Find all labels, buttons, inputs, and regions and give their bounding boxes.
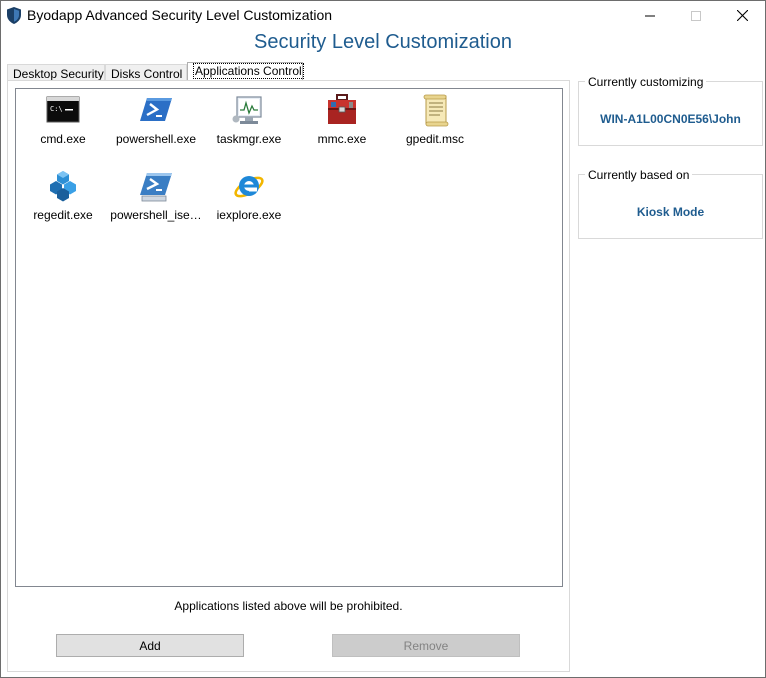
maximize-button[interactable] (673, 1, 719, 30)
mmc-toolbox-icon (328, 94, 356, 124)
main-window: Byodapp Advanced Security Level Customiz… (0, 0, 766, 678)
list-item-powershell[interactable]: powershell.exe (109, 93, 203, 146)
list-item-gpedit[interactable]: gpedit.msc (388, 93, 482, 146)
prohibition-hint: Applications listed above will be prohib… (174, 599, 403, 613)
remove-button[interactable]: Remove (332, 634, 520, 657)
currently-based-on-group: Currently based on Kiosk Mode (578, 168, 763, 239)
list-item-taskmgr[interactable]: taskmgr.exe (202, 93, 296, 146)
list-item-label: powershell_ise… (110, 208, 202, 222)
list-item-label: cmd.exe (40, 132, 86, 146)
maximize-icon (691, 10, 701, 21)
list-item-regedit[interactable]: regedit.exe (16, 169, 110, 222)
task-manager-icon (232, 96, 262, 124)
list-item-mmc[interactable]: mmc.exe (295, 93, 389, 146)
currently-customizing-group: Currently customizing WIN-A1L00CN0E56\Jo… (578, 75, 763, 146)
cmd-icon: C:\ (46, 96, 80, 123)
currently-customizing-label: Currently customizing (585, 75, 707, 89)
list-item-label: mmc.exe (317, 132, 367, 146)
list-item-cmd[interactable]: C:\ cmd.exe (16, 93, 110, 146)
current-user-value: WIN-A1L00CN0E56\John (600, 112, 741, 126)
add-button[interactable]: Add (56, 634, 244, 657)
minimize-icon (645, 15, 655, 16)
currently-based-on-label: Currently based on (585, 168, 693, 182)
internet-explorer-icon (234, 176, 264, 198)
list-item-powershell-ise[interactable]: powershell_ise… (109, 169, 203, 222)
list-item-iexplore[interactable]: iexplore.exe (202, 169, 296, 222)
list-item-label: gpedit.msc (405, 132, 465, 146)
close-icon (736, 10, 748, 21)
base-profile-value: Kiosk Mode (636, 205, 705, 219)
list-item-label: powershell.exe (115, 132, 197, 146)
list-item-label: taskmgr.exe (216, 132, 282, 146)
svg-text:C:\: C:\ (50, 105, 63, 113)
powershell-ise-icon (140, 173, 172, 202)
applications-control-panel: C:\ cmd.exe powershell.exe taskmgr.exe m… (7, 80, 570, 672)
tab-applications-control[interactable]: Applications Control (187, 62, 304, 80)
page-title: Security Level Customization (254, 31, 512, 53)
tab-applications-control-label: Applications Control (193, 63, 304, 79)
gpedit-scroll-icon (423, 94, 449, 127)
applications-list[interactable]: C:\ cmd.exe powershell.exe taskmgr.exe m… (15, 88, 563, 587)
minimize-button[interactable] (627, 1, 673, 30)
title-bar[interactable]: Byodapp Advanced Security Level Customiz… (1, 1, 765, 30)
regedit-icon (50, 171, 76, 202)
close-button[interactable] (719, 1, 765, 30)
list-item-label: regedit.exe (33, 208, 93, 222)
powershell-icon (140, 98, 172, 121)
window-title: Byodapp Advanced Security Level Customiz… (27, 7, 333, 23)
list-item-label: iexplore.exe (216, 208, 282, 222)
shield-icon (7, 7, 21, 24)
